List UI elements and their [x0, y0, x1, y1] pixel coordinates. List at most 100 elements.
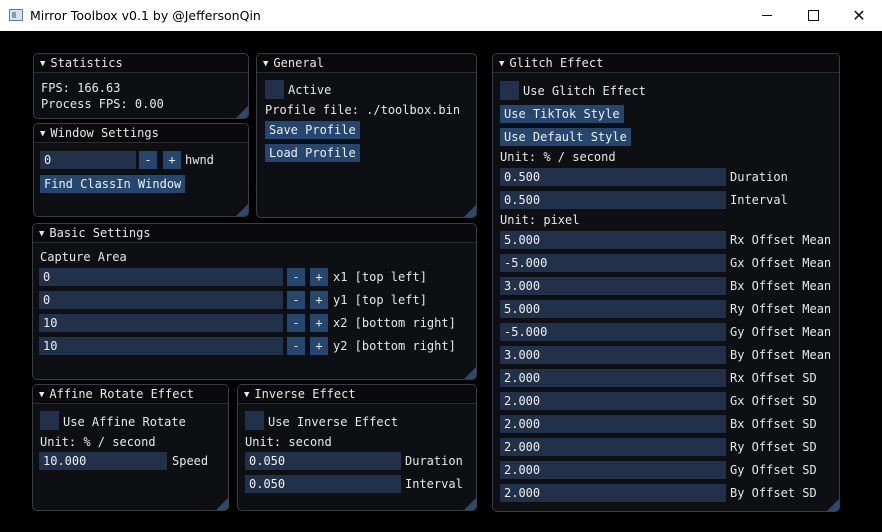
y1-increment-button[interactable]: + [310, 291, 328, 309]
hwnd-input[interactable]: 0 [40, 151, 136, 169]
find-classin-window-button[interactable]: Find ClassIn Window [40, 175, 186, 193]
use-glitch-effect-label: Use Glitch Effect [523, 84, 646, 98]
rx-offset-sd-label: Rx Offset SD [730, 371, 817, 385]
statistics-panel: ▼ Statistics FPS: 166.63 Process FPS: 0.0… [33, 53, 249, 119]
x2-decrement-button[interactable]: - [287, 314, 305, 332]
app-icon [9, 9, 23, 21]
collapse-triangle-icon[interactable]: ▼ [39, 229, 44, 239]
load-profile-button[interactable]: Load Profile [265, 144, 360, 162]
rx-offset-mean-input[interactable]: 5.000 [500, 231, 726, 249]
by-offset-mean-label: By Offset Mean [730, 348, 832, 362]
resize-grip[interactable] [464, 498, 476, 510]
y2-label: y2 [bottom right] [333, 339, 456, 353]
rx-offset-mean-label: Rx Offset Mean [730, 233, 832, 247]
glitch-effect-panel: ▼ Glitch Effect Use Glitch Effect Use Tik… [492, 53, 840, 512]
use-glitch-effect-checkbox[interactable] [500, 81, 519, 100]
by-offset-sd-input[interactable]: 2.000 [500, 484, 726, 502]
inverse-effect-header[interactable]: ▼ Inverse Effect [238, 385, 476, 404]
y1-input[interactable]: 0 [39, 291, 283, 309]
use-default-style-button[interactable]: Use Default Style [500, 128, 631, 146]
inverse-effect-panel: ▼ Inverse Effect Use Inverse Effect Unit:… [237, 384, 477, 511]
window-title: Mirror Toolbox v0.1 by @JeffersonQin [30, 8, 261, 23]
gy-offset-mean-input[interactable]: -5.000 [500, 323, 726, 341]
glitch-interval-label: Interval [730, 193, 788, 207]
glitch-interval-input[interactable]: 0.500 [500, 191, 726, 209]
use-affine-rotate-checkbox[interactable] [40, 411, 59, 430]
affine-unit-text: Unit: % / second [40, 435, 156, 449]
hwnd-increment-button[interactable]: + [163, 151, 181, 169]
minimize-button[interactable] [744, 0, 790, 31]
x2-input[interactable]: 10 [39, 314, 283, 332]
by-offset-mean-input[interactable]: 3.000 [500, 346, 726, 364]
window-settings-header[interactable]: ▼ Window Settings [34, 124, 248, 143]
maximize-button[interactable] [790, 0, 836, 31]
collapse-triangle-icon[interactable]: ▼ [39, 390, 44, 400]
process-fps-text: Process FPS: 0.00 [41, 97, 164, 111]
collapse-triangle-icon[interactable]: ▼ [40, 59, 45, 69]
inverse-duration-label: Duration [405, 454, 463, 468]
minimize-icon [762, 15, 772, 16]
collapse-triangle-icon[interactable]: ▼ [40, 129, 45, 139]
maximize-icon [807, 10, 819, 21]
use-tiktok-style-button[interactable]: Use TikTok Style [500, 105, 624, 123]
inverse-interval-label: Interval [405, 477, 463, 491]
bx-offset-mean-input[interactable]: 3.000 [500, 277, 726, 295]
basic-settings-header[interactable]: ▼ Basic Settings [33, 224, 476, 243]
gx-offset-sd-label: Gx Offset SD [730, 394, 817, 408]
glitch-duration-input[interactable]: 0.500 [500, 168, 726, 186]
hwnd-decrement-button[interactable]: - [139, 151, 157, 169]
general-header[interactable]: ▼ General [257, 54, 476, 73]
window-settings-title: Window Settings [50, 126, 159, 140]
glitch-pixel-unit-text: Unit: pixel [500, 213, 580, 227]
basic-settings-title: Basic Settings [49, 226, 151, 240]
gy-offset-sd-input[interactable]: 2.000 [500, 461, 726, 479]
collapse-triangle-icon[interactable]: ▼ [499, 59, 504, 69]
resize-grip[interactable] [464, 367, 476, 379]
inverse-duration-input[interactable]: 0.050 [245, 452, 401, 470]
resize-grip[interactable] [827, 499, 839, 511]
glitch-effect-header[interactable]: ▼ Glitch Effect [493, 54, 839, 73]
save-profile-button[interactable]: Save Profile [265, 121, 360, 139]
speed-input[interactable]: 10.000 [39, 452, 167, 470]
use-inverse-effect-label: Use Inverse Effect [268, 415, 399, 429]
resize-grip[interactable] [464, 205, 476, 217]
gx-offset-sd-input[interactable]: 2.000 [500, 392, 726, 410]
use-inverse-effect-checkbox[interactable] [245, 411, 264, 430]
gx-offset-mean-label: Gx Offset Mean [730, 256, 832, 270]
resize-grip[interactable] [236, 106, 248, 118]
resize-grip[interactable] [236, 204, 248, 216]
resize-grip[interactable] [216, 498, 228, 510]
affine-rotate-header[interactable]: ▼ Affine Rotate Effect [33, 385, 228, 404]
ry-offset-mean-label: Ry Offset Mean [730, 302, 832, 316]
glitch-effect-title: Glitch Effect [509, 56, 604, 70]
x1-increment-button[interactable]: + [310, 268, 328, 286]
rx-offset-sd-input[interactable]: 2.000 [500, 369, 726, 387]
affine-rotate-title: Affine Rotate Effect [49, 387, 194, 401]
hwnd-label: hwnd [185, 153, 214, 167]
y2-input[interactable]: 10 [39, 337, 283, 355]
collapse-triangle-icon[interactable]: ▼ [263, 59, 268, 69]
close-icon: ✕ [852, 6, 866, 25]
ry-offset-sd-input[interactable]: 2.000 [500, 438, 726, 456]
title-bar[interactable]: Mirror Toolbox v0.1 by @JeffersonQin ✕ [0, 0, 882, 31]
active-checkbox[interactable] [265, 80, 284, 99]
capture-area-label: Capture Area [40, 250, 127, 264]
speed-label: Speed [172, 454, 209, 468]
y2-increment-button[interactable]: + [310, 337, 328, 355]
x1-decrement-button[interactable]: - [287, 268, 305, 286]
close-button[interactable]: ✕ [836, 0, 882, 31]
collapse-triangle-icon[interactable]: ▼ [244, 390, 249, 400]
bx-offset-sd-input[interactable]: 2.000 [500, 415, 726, 433]
y1-label: y1 [top left] [333, 293, 427, 307]
x1-input[interactable]: 0 [39, 268, 283, 286]
inverse-interval-input[interactable]: 0.050 [245, 475, 401, 493]
y2-decrement-button[interactable]: - [287, 337, 305, 355]
y1-decrement-button[interactable]: - [287, 291, 305, 309]
x2-increment-button[interactable]: + [310, 314, 328, 332]
gx-offset-mean-input[interactable]: -5.000 [500, 254, 726, 272]
gy-offset-mean-label: Gy Offset Mean [730, 325, 832, 339]
glitch-time-unit-text: Unit: % / second [500, 150, 616, 164]
inverse-unit-text: Unit: second [245, 435, 332, 449]
ry-offset-mean-input[interactable]: 5.000 [500, 300, 726, 318]
statistics-header[interactable]: ▼ Statistics [34, 54, 248, 73]
